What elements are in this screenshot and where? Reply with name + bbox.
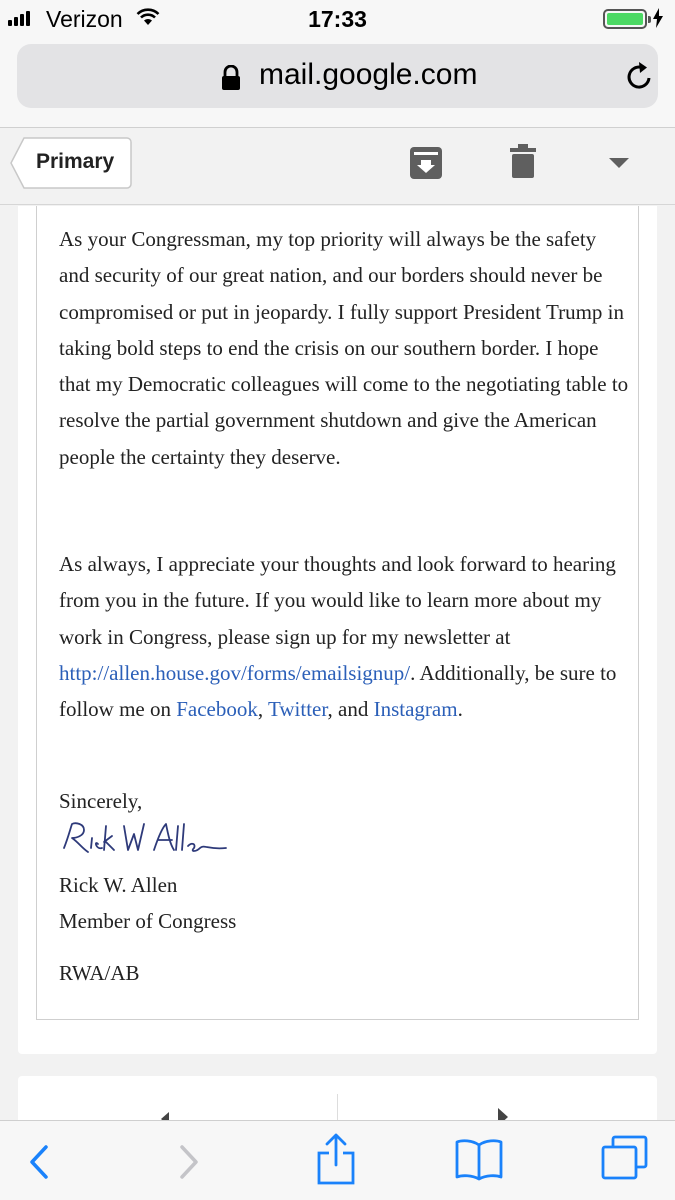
- back-to-primary-button[interactable]: Primary: [10, 137, 132, 189]
- trash-icon[interactable]: [510, 144, 536, 178]
- url-text: mail.google.com: [259, 58, 478, 91]
- email-paragraph-1: As your Congressman, my top priority wil…: [59, 227, 629, 469]
- separator: .: [457, 697, 463, 722]
- gmail-toolbar: Primary: [0, 129, 675, 205]
- clock: 17:33: [308, 6, 367, 32]
- browser-header: mail.google.com: [0, 40, 675, 128]
- caret-down-icon[interactable]: [609, 158, 629, 168]
- chevron-right-icon[interactable]: [178, 1145, 200, 1179]
- archive-icon[interactable]: [409, 146, 443, 180]
- tabs-icon[interactable]: [601, 1135, 649, 1181]
- back-button-label: Primary: [36, 150, 115, 173]
- email-paragraph-2: As always, I appreciate your thoughts an…: [59, 546, 629, 727]
- safari-toolbar: [0, 1120, 675, 1200]
- email-card: As your Congressman, my top priority wil…: [18, 206, 657, 1054]
- sender-block: Rick W. Allen Member of Congress: [59, 867, 236, 940]
- separator: , and: [327, 697, 374, 722]
- handwritten-signature: [63, 822, 227, 853]
- reload-icon[interactable]: [626, 61, 654, 91]
- message-navigation-card: [18, 1076, 657, 1126]
- instagram-link[interactable]: Instagram: [374, 697, 458, 721]
- twitter-link[interactable]: Twitter: [268, 697, 328, 721]
- facebook-link[interactable]: Facebook: [176, 697, 258, 721]
- battery-fill: [607, 13, 643, 25]
- address-bar[interactable]: mail.google.com: [17, 44, 658, 108]
- charging-bolt-icon: [653, 8, 663, 28]
- sender-title: Member of Congress: [59, 909, 237, 934]
- paragraph-2-intro: As always, I appreciate your thoughts an…: [59, 552, 616, 649]
- book-icon[interactable]: [454, 1137, 504, 1181]
- status-bar: Verizon 17:33: [0, 0, 675, 40]
- closing: Sincerely,: [59, 789, 143, 813]
- chevron-left-icon[interactable]: [28, 1145, 50, 1179]
- sender-name: Rick W. Allen: [59, 873, 178, 897]
- lock-icon: [222, 65, 240, 90]
- battery-icon: [603, 9, 651, 29]
- newsletter-link[interactable]: http://allen.house.gov/forms/emailsignup…: [59, 661, 410, 685]
- reference-initials: RWA/AB: [59, 961, 140, 985]
- separator: ,: [257, 697, 269, 722]
- share-icon[interactable]: [316, 1133, 356, 1187]
